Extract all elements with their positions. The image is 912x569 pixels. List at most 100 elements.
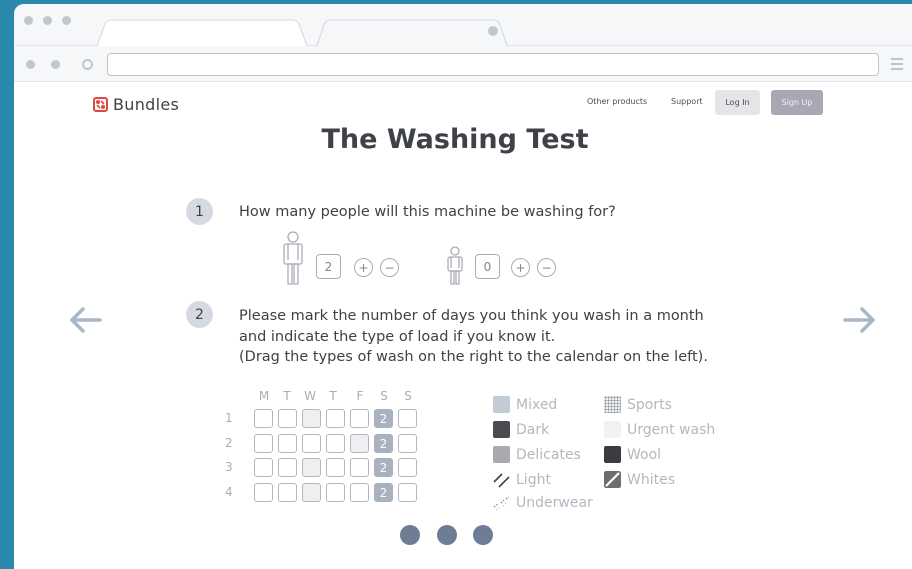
- children-count[interactable]: 0: [475, 254, 500, 279]
- delicates-swatch: [493, 446, 510, 463]
- page-indicator-dot[interactable]: [437, 525, 457, 545]
- calendar-cell[interactable]: [254, 458, 273, 477]
- calendar-cell[interactable]: [350, 434, 369, 453]
- menu-icon[interactable]: [891, 58, 903, 73]
- calendar-day-header: T: [329, 389, 337, 403]
- browser-nav-bar: [14, 46, 912, 82]
- window-control-dot[interactable]: [62, 16, 71, 25]
- page-indicator-dot[interactable]: [400, 525, 420, 545]
- calendar-cell[interactable]: [278, 483, 297, 502]
- legend-label: Wool: [627, 446, 662, 463]
- logo[interactable]: Bundles: [93, 95, 179, 114]
- signup-button[interactable]: Sign Up: [771, 90, 823, 115]
- question-text-line: Please mark the number of days you think…: [239, 308, 704, 324]
- calendar-cell[interactable]: [254, 409, 273, 428]
- calendar-cell[interactable]: [302, 434, 321, 453]
- calendar-cell[interactable]: [278, 458, 297, 477]
- page-title: The Washing Test: [321, 124, 589, 155]
- legend-label: Light: [516, 471, 551, 488]
- calendar-cell[interactable]: [302, 483, 321, 502]
- browser-tab-active[interactable]: [96, 19, 308, 47]
- adults-count[interactable]: 2: [316, 254, 341, 279]
- calendar-day-header: T: [283, 389, 291, 403]
- underwear-swatch: [493, 496, 510, 511]
- calendar-day-header: F: [356, 389, 364, 403]
- window-control-dot[interactable]: [43, 16, 52, 25]
- page-indicator-dot[interactable]: [473, 525, 493, 545]
- step-number: 2: [186, 301, 213, 328]
- calendar-cell[interactable]: [278, 409, 297, 428]
- legend-label: Mixed: [516, 396, 558, 413]
- legend-label: Delicates: [516, 446, 581, 463]
- back-button[interactable]: [26, 60, 35, 69]
- calendar-cell[interactable]: [254, 434, 273, 453]
- browser-tab-inactive[interactable]: [316, 19, 508, 47]
- light-swatch: [493, 473, 510, 488]
- calendar-cell[interactable]: [326, 434, 345, 453]
- calendar-cell[interactable]: [254, 483, 273, 502]
- whites-swatch: [604, 471, 621, 488]
- mixed-swatch: [493, 396, 510, 413]
- nav-link-support[interactable]: Support: [671, 97, 703, 106]
- calendar-cell[interactable]: [350, 483, 369, 502]
- calendar-day-header: S: [404, 389, 412, 403]
- calendar-day-header: M: [258, 389, 270, 403]
- urgent-swatch: [604, 421, 621, 438]
- legend-label: Whites: [627, 471, 676, 488]
- adult-person-icon: [283, 231, 303, 285]
- calendar-cell[interactable]: [398, 434, 417, 453]
- adults-plus-button[interactable]: +: [354, 258, 373, 277]
- calendar-week-number: 1: [225, 411, 233, 425]
- tab-close-dot[interactable]: [488, 26, 498, 36]
- wash-type-wool[interactable]: Wool: [604, 446, 661, 463]
- calendar-cell[interactable]: [302, 409, 321, 428]
- wash-type-mixed[interactable]: Mixed: [493, 396, 557, 413]
- sports-swatch: [604, 396, 621, 413]
- logo-text: Bundles: [113, 95, 180, 114]
- calendar-cell-marked[interactable]: 2: [374, 409, 393, 428]
- wash-type-dark[interactable]: Dark: [493, 421, 549, 438]
- bundles-logo-icon: [93, 97, 108, 112]
- wash-type-underwear[interactable]: Underwear: [493, 494, 593, 511]
- child-person-icon: [447, 246, 463, 285]
- legend-label: Sports: [627, 396, 672, 413]
- address-bar[interactable]: [107, 53, 879, 76]
- wash-type-urgent[interactable]: Urgent wash: [604, 421, 715, 438]
- forward-button[interactable]: [51, 60, 60, 69]
- legend-label: Underwear: [516, 494, 593, 511]
- login-button[interactable]: Log In: [715, 90, 760, 115]
- calendar-cell[interactable]: [398, 483, 417, 502]
- calendar-week-number: 2: [225, 436, 233, 450]
- calendar-cell[interactable]: [398, 409, 417, 428]
- calendar-cell[interactable]: [326, 458, 345, 477]
- reload-icon[interactable]: [82, 59, 93, 70]
- calendar-day-header: W: [304, 389, 316, 403]
- wash-type-sports[interactable]: Sports: [604, 396, 672, 413]
- window-control-dot[interactable]: [24, 16, 33, 25]
- calendar-cell[interactable]: [350, 458, 369, 477]
- calendar-cell-marked[interactable]: 2: [374, 458, 393, 477]
- children-plus-button[interactable]: +: [511, 258, 530, 277]
- arrow-left-icon[interactable]: [68, 305, 102, 335]
- calendar-cell-marked[interactable]: 2: [374, 483, 393, 502]
- wash-type-light[interactable]: Light: [493, 471, 551, 488]
- calendar-cell[interactable]: [302, 458, 321, 477]
- adults-minus-button[interactable]: −: [380, 258, 399, 277]
- calendar-cell[interactable]: [326, 409, 345, 428]
- calendar-week-number: 4: [225, 485, 233, 499]
- wash-type-whites[interactable]: Whites: [604, 471, 675, 488]
- question-text-line: (Drag the types of wash on the right to …: [239, 349, 708, 365]
- calendar-cell[interactable]: [326, 483, 345, 502]
- browser-window: [14, 4, 912, 569]
- calendar-cell[interactable]: [398, 458, 417, 477]
- children-minus-button[interactable]: −: [537, 258, 556, 277]
- nav-link-other-products[interactable]: Other products: [587, 97, 647, 106]
- arrow-right-icon[interactable]: [843, 305, 877, 335]
- calendar-week-number: 3: [225, 460, 233, 474]
- legend-label: Dark: [516, 421, 550, 438]
- calendar-cell[interactable]: [278, 434, 297, 453]
- browser-tab-bar: [14, 4, 912, 47]
- calendar-cell-marked[interactable]: 2: [374, 434, 393, 453]
- wash-type-delicates[interactable]: Delicates: [493, 446, 581, 463]
- calendar-cell[interactable]: [350, 409, 369, 428]
